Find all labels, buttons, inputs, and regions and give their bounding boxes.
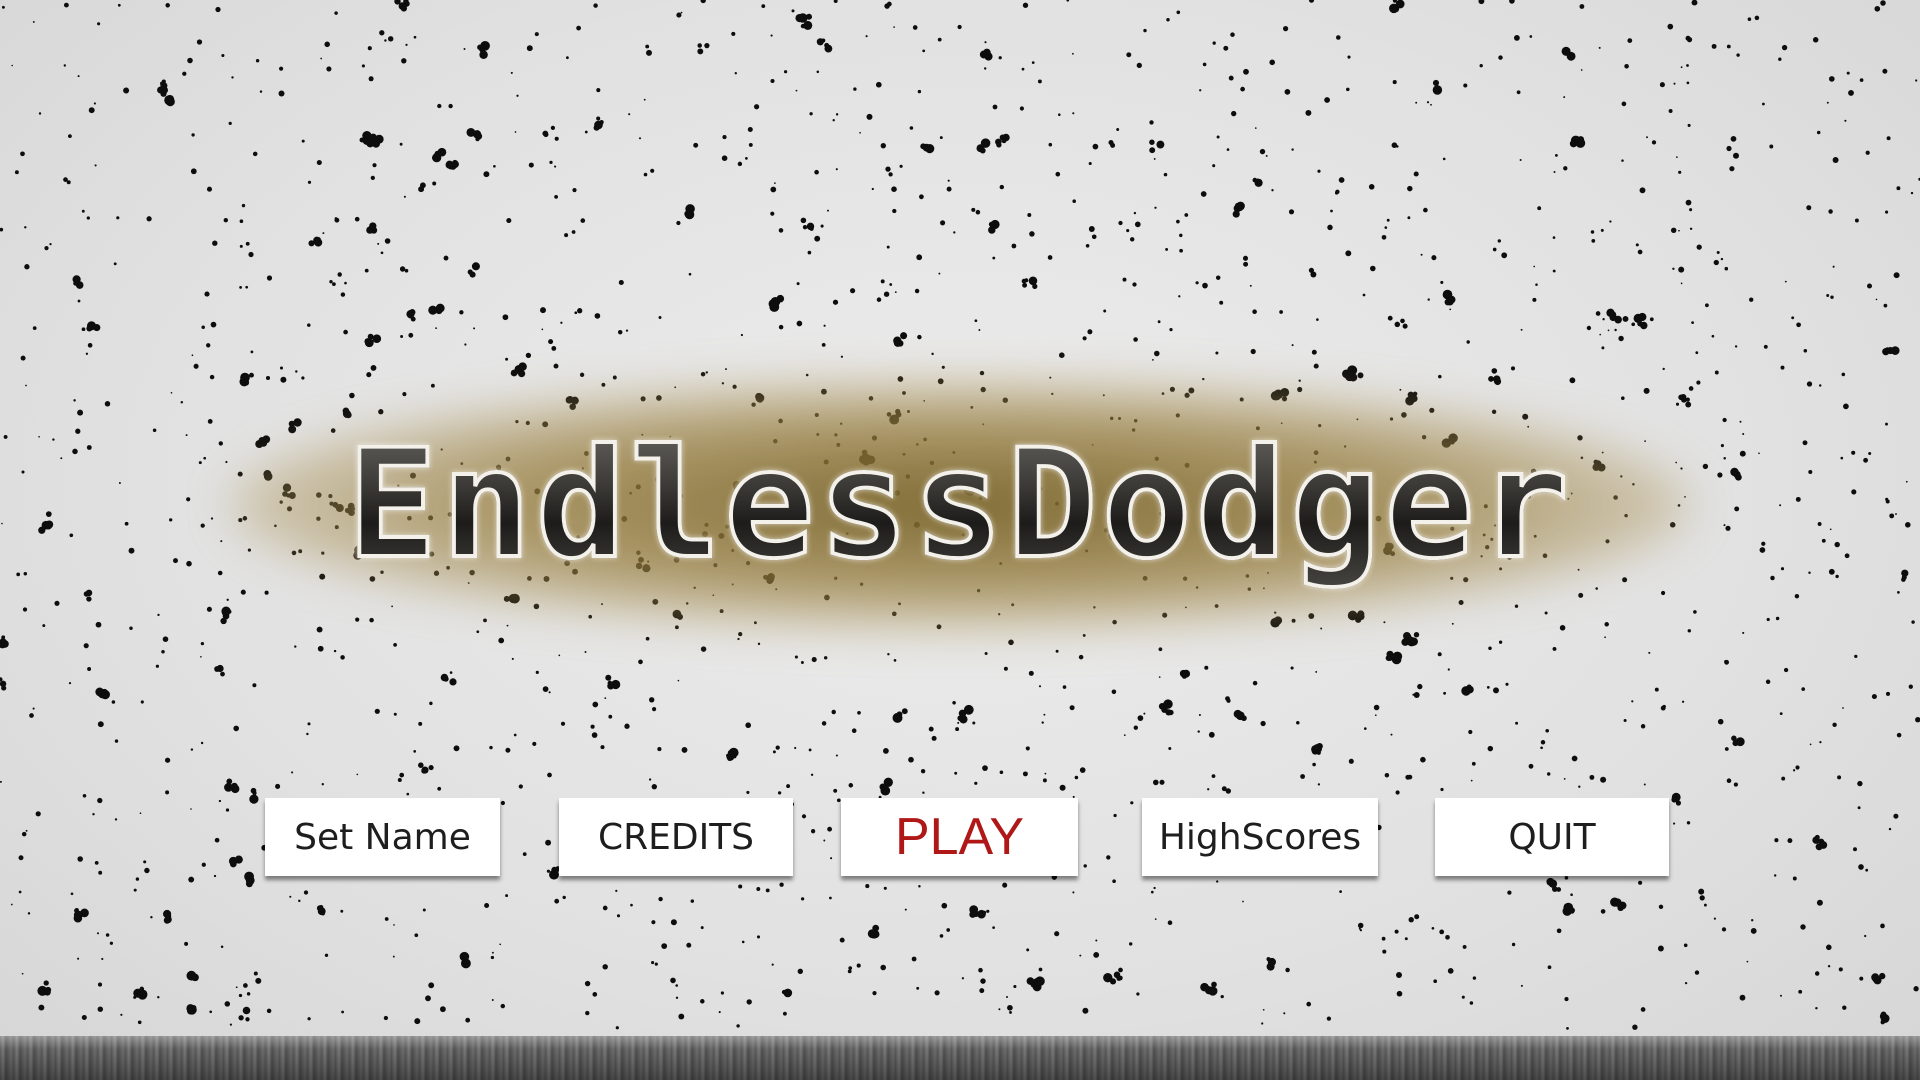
game-title: EndlessDodger xyxy=(0,415,1920,595)
quit-button[interactable]: QUIT xyxy=(1435,798,1669,876)
main-menu-screen: EndlessDodger Set Name CREDITS PLAY High… xyxy=(0,0,1920,1080)
credits-button[interactable]: CREDITS xyxy=(559,798,793,876)
play-label: PLAY xyxy=(894,808,1025,866)
play-button[interactable]: PLAY xyxy=(841,798,1078,876)
set-name-button[interactable]: Set Name xyxy=(265,798,500,876)
quit-label: QUIT xyxy=(1508,816,1596,858)
floor-shading xyxy=(0,1036,1920,1080)
highscores-button[interactable]: HighScores xyxy=(1142,798,1378,876)
set-name-label: Set Name xyxy=(294,816,471,858)
highscores-label: HighScores xyxy=(1158,816,1362,858)
credits-label: CREDITS xyxy=(597,816,755,858)
